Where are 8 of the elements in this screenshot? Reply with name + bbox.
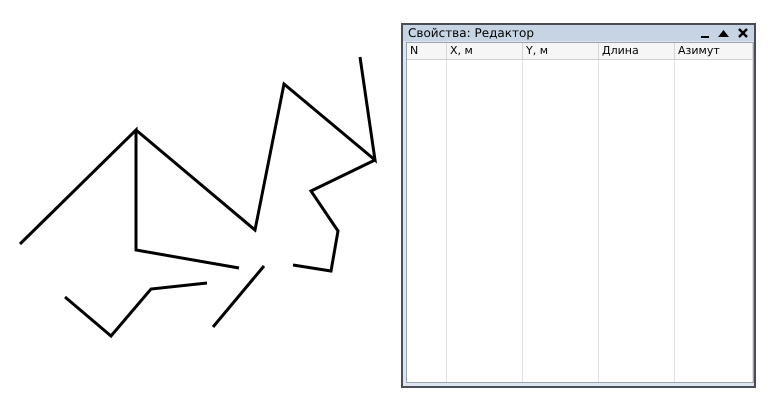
close-icon[interactable] [738,28,748,38]
column-header[interactable]: Азимут [675,43,753,59]
column-header[interactable]: N [407,43,447,59]
column-header[interactable]: Длина [599,43,675,59]
column-header[interactable]: X, м [447,43,523,59]
triangle-up-icon[interactable] [718,30,729,36]
panel-title: Свойства: Редактор [408,26,534,40]
column-header[interactable]: Y, м [523,43,599,59]
